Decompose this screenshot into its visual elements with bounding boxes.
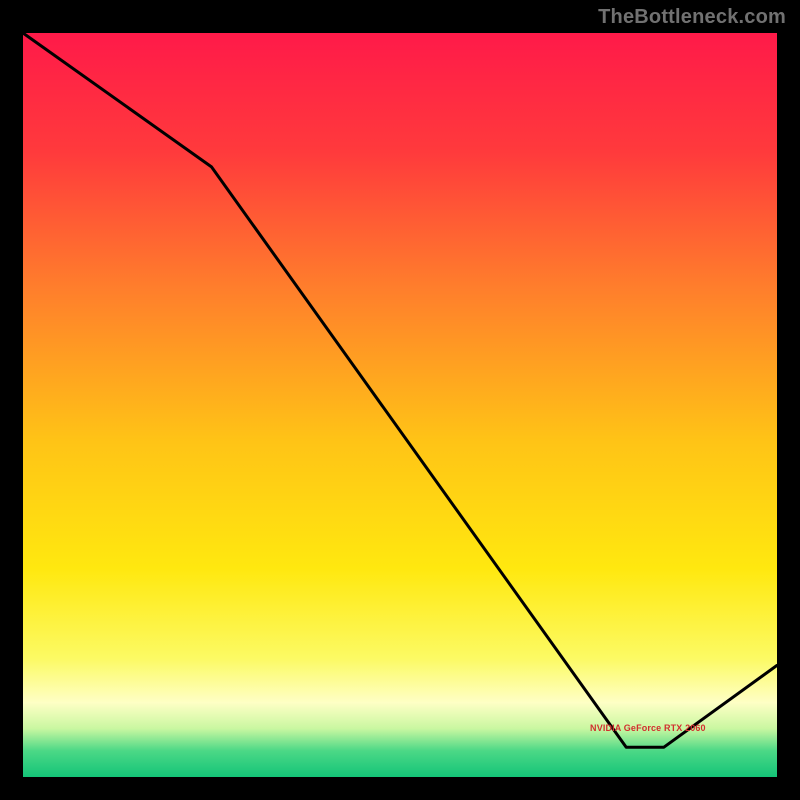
- gpu-annotation: NVIDIA GeForce RTX 2060: [590, 723, 706, 733]
- plot-frame: NVIDIA GeForce RTX 2060: [19, 29, 781, 781]
- chart-stage: TheBottleneck.com NVIDIA GeForce RTX 206…: [0, 0, 800, 800]
- watermark-text: TheBottleneck.com: [598, 6, 786, 29]
- gradient-fill: [23, 33, 777, 777]
- plot-svg: [23, 33, 777, 777]
